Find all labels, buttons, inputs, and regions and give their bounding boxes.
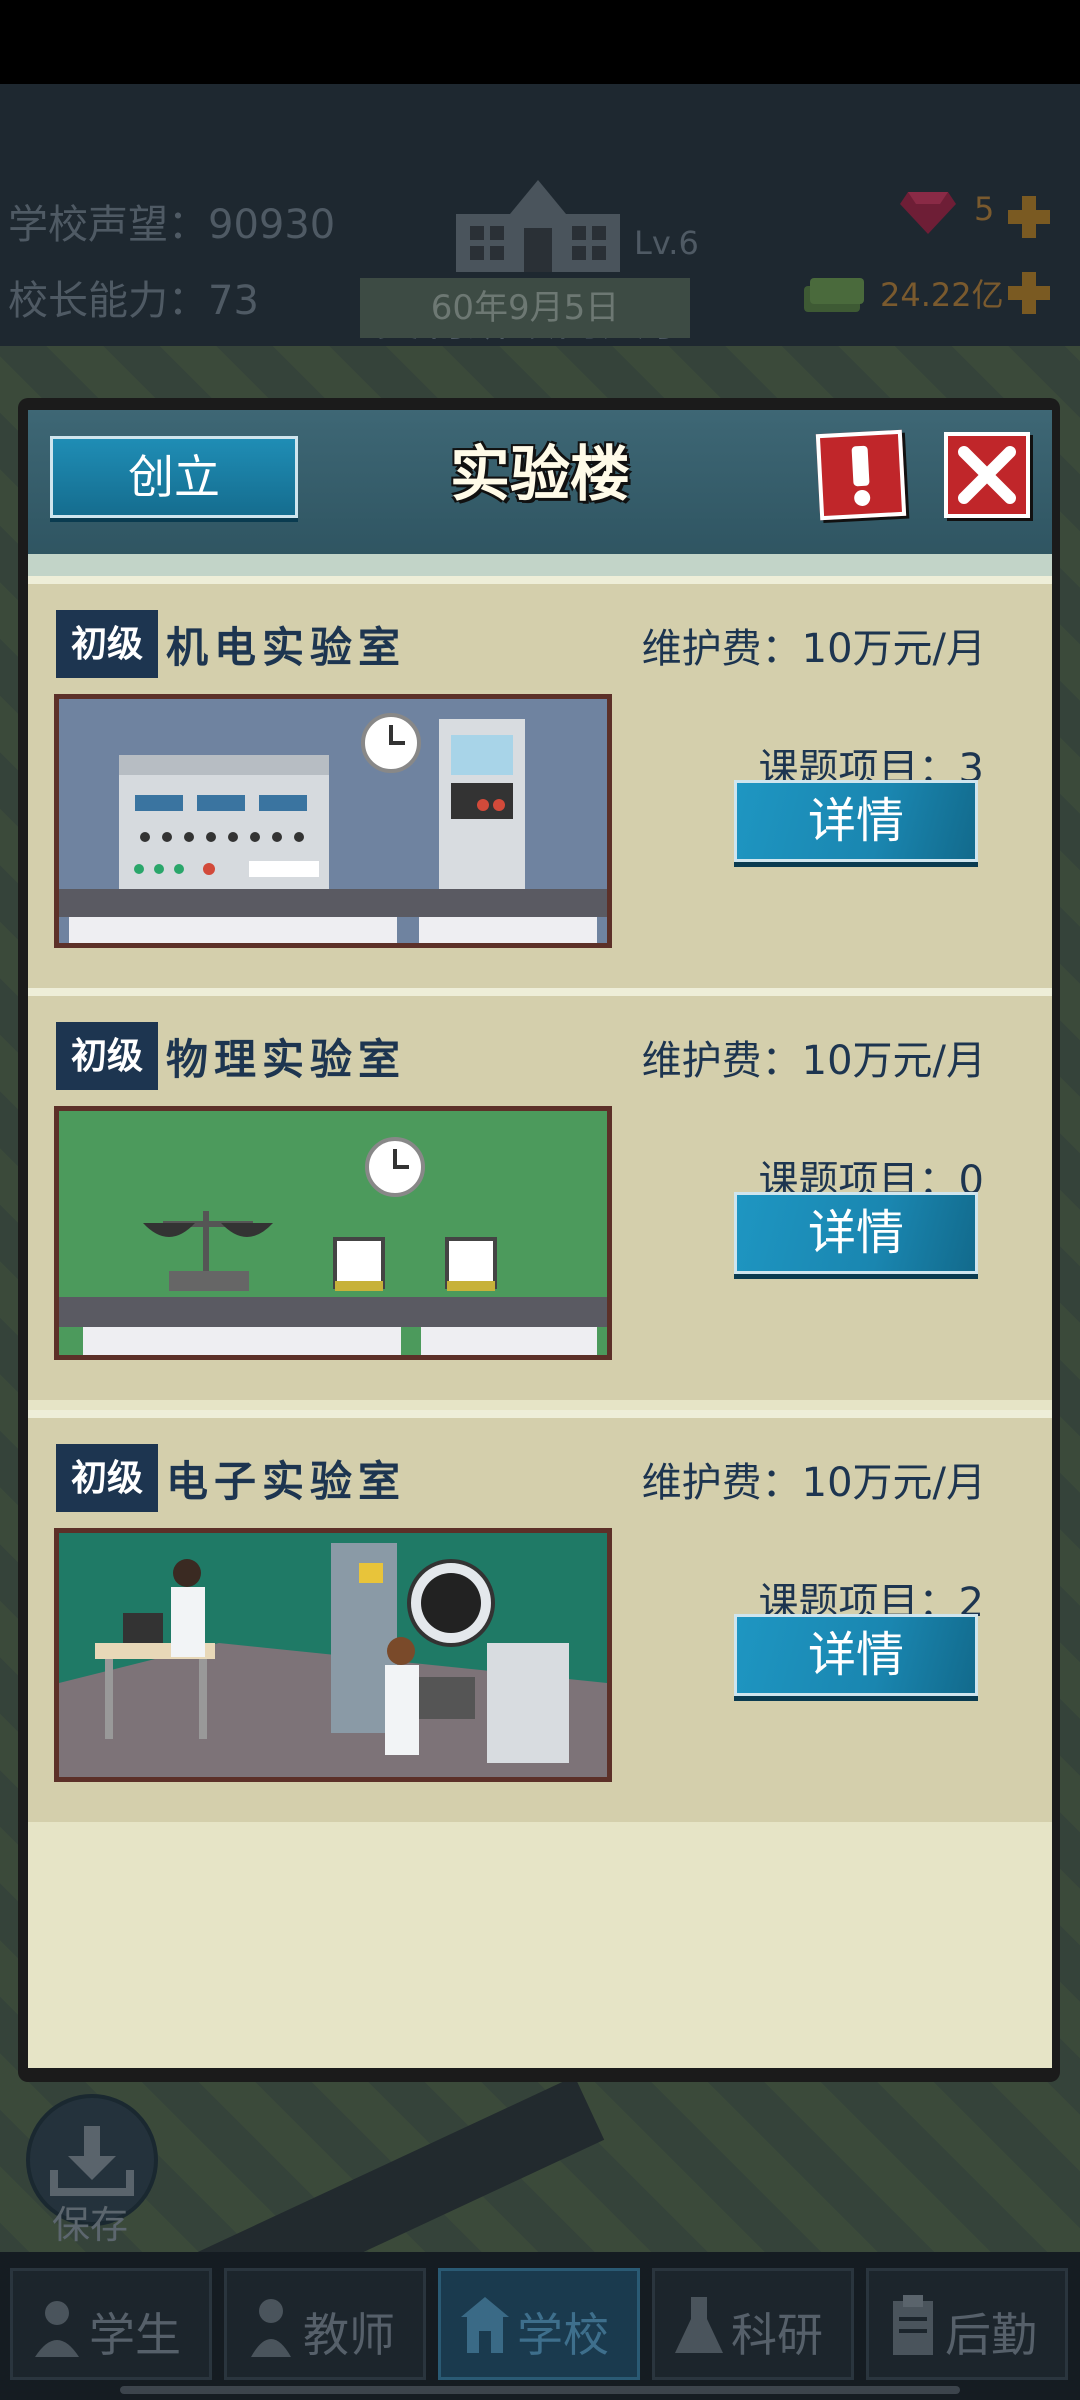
physics-lab-illustration bbox=[54, 1106, 612, 1360]
prestige-stat: 学校声望：90930 bbox=[8, 202, 336, 248]
details-button[interactable]: 详情 bbox=[734, 1614, 978, 1696]
tab-school[interactable]: 学校 bbox=[438, 2268, 640, 2380]
home-indicator bbox=[120, 2386, 960, 2394]
lab-card-electronics: 初级 电子实验室 维护费：10万元/月 课题项目：2 详情 bbox=[28, 1410, 1052, 1822]
lab-name: 物理实验室 bbox=[166, 1035, 407, 1084]
modal-empty-area bbox=[28, 1830, 1052, 2068]
school-icon bbox=[461, 2297, 509, 2353]
tab-logistics-label: 后勤 bbox=[945, 2308, 1037, 2362]
electronics-lab-illustration bbox=[54, 1528, 612, 1782]
cash-icon bbox=[804, 278, 864, 312]
lab-level-badge: 初级 bbox=[56, 1444, 158, 1512]
school-building-icon bbox=[456, 180, 620, 272]
lab-card-physics: 初级 物理实验室 维护费：10万元/月 课题项目：0 详情 bbox=[28, 988, 1052, 1400]
teacher-icon bbox=[251, 2299, 291, 2357]
tab-teacher-label: 教师 bbox=[303, 2308, 395, 2362]
tab-student-label: 学生 bbox=[89, 2308, 181, 2362]
modal-header-trim bbox=[28, 554, 1052, 576]
clipboard-icon bbox=[893, 2295, 933, 2355]
tab-research-label: 科研 bbox=[731, 2308, 823, 2362]
download-icon bbox=[50, 2126, 134, 2196]
student-icon bbox=[35, 2301, 79, 2357]
tab-school-label: 学校 bbox=[517, 2308, 609, 2362]
exclamation-icon bbox=[851, 445, 871, 506]
gem-count: 5 bbox=[974, 190, 995, 228]
close-icon bbox=[958, 446, 1016, 504]
modal-title: 实验楼 bbox=[450, 440, 630, 510]
lab-name: 机电实验室 bbox=[166, 623, 407, 672]
school-level: Lv.6 bbox=[634, 224, 699, 262]
principal-ability-stat: 校长能力：73 bbox=[8, 278, 259, 324]
lab-level-badge: 初级 bbox=[56, 1022, 158, 1090]
lab-maintenance-fee: 维护费：10万元/月 bbox=[641, 626, 986, 672]
tab-student[interactable]: 学生 bbox=[10, 2268, 212, 2380]
lab-maintenance-fee: 维护费：10万元/月 bbox=[641, 1460, 986, 1506]
flask-icon bbox=[675, 2297, 723, 2353]
create-lab-button[interactable]: 创立 bbox=[50, 436, 298, 518]
lab-name: 电子实验室 bbox=[166, 1457, 407, 1506]
details-button[interactable]: 详情 bbox=[734, 1192, 978, 1274]
money-count: 24.22亿 bbox=[880, 276, 1004, 314]
lab-maintenance-fee: 维护费：10万元/月 bbox=[641, 1038, 986, 1084]
lab-card-electromechanical: 初级 机电实验室 维护费：10万元/月 课题项目：3 详情 bbox=[28, 576, 1052, 988]
electromechanical-lab-illustration bbox=[54, 694, 612, 948]
add-money-icon[interactable] bbox=[1006, 270, 1052, 316]
game-date: 60年9月5日 bbox=[360, 278, 690, 338]
close-button[interactable] bbox=[944, 432, 1030, 518]
save-label: 保存 bbox=[52, 2203, 129, 2247]
tab-research[interactable]: 科研 bbox=[652, 2268, 854, 2380]
add-gems-icon[interactable] bbox=[1006, 194, 1052, 240]
info-button[interactable] bbox=[815, 429, 907, 521]
tab-logistics[interactable]: 后勤 bbox=[866, 2268, 1068, 2380]
status-bar bbox=[0, 0, 1080, 84]
details-button[interactable]: 详情 bbox=[734, 780, 978, 862]
gem-icon bbox=[900, 192, 956, 234]
tab-teacher[interactable]: 教师 bbox=[224, 2268, 426, 2380]
lab-level-badge: 初级 bbox=[56, 610, 158, 678]
